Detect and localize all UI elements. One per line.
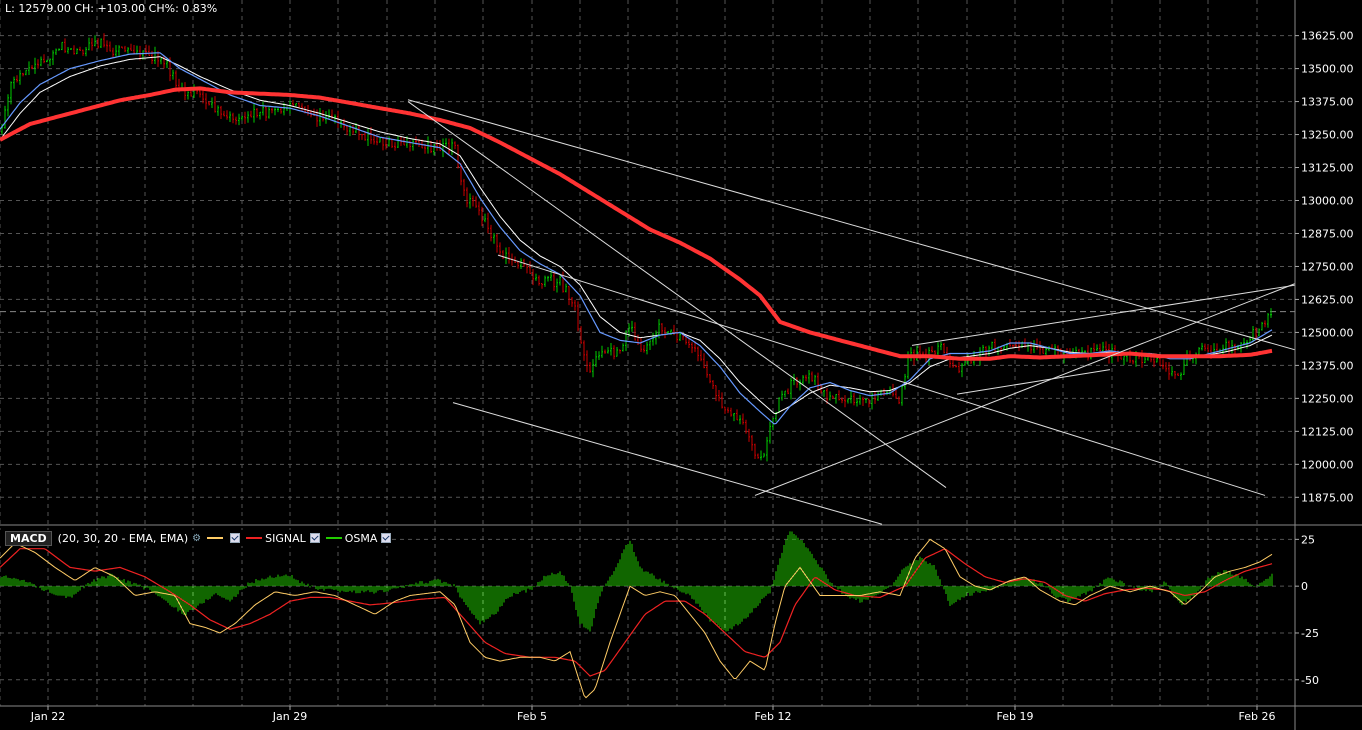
y-tick-label: 13500.00 [1301, 63, 1354, 76]
macd-legend: MACD (20, 30, 20 - EMA, EMA) ⚙ SIGNAL OS… [0, 530, 392, 546]
x-tick-label: Feb 5 [517, 710, 547, 723]
trendline [497, 254, 1266, 496]
signal-visible-checkbox[interactable] [309, 533, 320, 543]
macd-swatch-icon [207, 537, 224, 539]
x-tick-label: Feb 26 [1239, 710, 1276, 723]
trendline [956, 369, 1111, 395]
y-tick-label: 12375.00 [1301, 359, 1354, 372]
macd-y-tick-label: -25 [1301, 627, 1319, 640]
sma-slow-line [0, 86, 1273, 361]
osma-label: OSMA [344, 531, 378, 545]
trendline [407, 101, 947, 488]
y-tick-label: 12750.00 [1301, 260, 1354, 273]
trendline [407, 99, 1296, 351]
osma-visible-checkbox[interactable] [381, 533, 392, 543]
macd-y-tick-label: -50 [1301, 674, 1319, 687]
x-tick-label: Jan 22 [30, 710, 65, 723]
wrench-icon[interactable]: ⚙ [192, 533, 201, 544]
y-tick-label: 13125.00 [1301, 162, 1354, 175]
y-tick-label: 13000.00 [1301, 195, 1354, 208]
indicator-params: (20, 30, 20 - EMA, EMA) [57, 531, 189, 545]
y-tick-label: 11875.00 [1301, 491, 1354, 504]
trendline [452, 402, 883, 525]
x-tick-label: Jan 29 [272, 710, 307, 723]
macd-panel[interactable] [0, 531, 1273, 699]
price-chart[interactable]: 13625.00 13500.00 13375.00 13250.00 13125.00… [0, 0, 1362, 730]
macd-visible-checkbox[interactable] [230, 533, 241, 543]
macd-y-tick-label: 25 [1301, 533, 1315, 546]
y-tick-label: 12625.00 [1301, 293, 1354, 306]
y-tick-label: 13250.00 [1301, 129, 1354, 142]
signal-swatch-icon [246, 537, 263, 539]
ema-fast-line [0, 52, 1273, 425]
trendline [911, 284, 1296, 346]
y-tick-label: 12000.00 [1301, 458, 1354, 471]
indicator-name[interactable]: MACD [5, 530, 52, 546]
price-info-readout: L: 12579.00 CH: +103.00 CH%: 0.83% [5, 2, 218, 15]
ema-slow-line [0, 56, 1273, 415]
macd-y-tick-label: 0 [1301, 580, 1308, 593]
osma-swatch-icon [325, 537, 342, 539]
x-tick-label: Feb 12 [755, 710, 792, 723]
signal-label: SIGNAL [265, 531, 306, 545]
y-tick-label: 12125.00 [1301, 425, 1354, 438]
x-tick-label: Feb 19 [997, 710, 1034, 723]
y-tick-label: 13625.00 [1301, 30, 1354, 43]
trendline [754, 283, 1296, 496]
price-panel[interactable] [0, 33, 1273, 462]
y-tick-label: 13375.00 [1301, 96, 1354, 109]
y-tick-label: 12250.00 [1301, 392, 1354, 405]
y-tick-label: 12500.00 [1301, 326, 1354, 339]
y-tick-label: 12875.00 [1301, 227, 1354, 240]
